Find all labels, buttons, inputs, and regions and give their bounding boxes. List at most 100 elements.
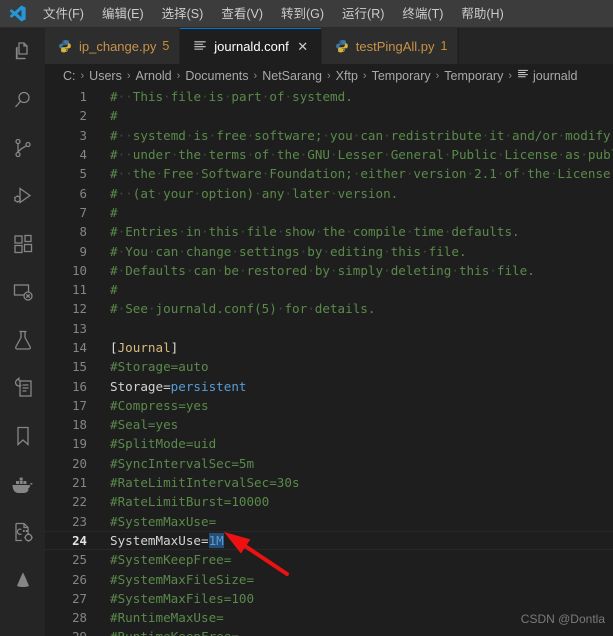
- code-line-text: #SystemKeepFree=: [110, 552, 232, 568]
- tab-label: ip_change.py: [79, 38, 157, 54]
- line-number: 13: [72, 320, 87, 336]
- code-line[interactable]: 19 #SplitMode=uid: [45, 434, 613, 453]
- breadcrumb-item-netsarang[interactable]: NetSarang: [262, 69, 322, 83]
- tab-journald-conf[interactable]: journald.conf ✕: [180, 28, 322, 64]
- menu-bar: 文件(F) 编辑(E) 选择(S) 查看(V) 转到(G) 运行(R) 终端(T…: [0, 0, 613, 28]
- line-number: 16: [72, 378, 87, 394]
- activity-search[interactable]: [0, 76, 45, 124]
- code-line[interactable]: 6 #··(at·your·option)·any·later·version.: [45, 183, 613, 202]
- cpp-config-icon: [11, 520, 35, 544]
- code-line-text: [100, 321, 613, 336]
- code-line[interactable]: 5 #··the·Free·Software·Foundation;·either…: [45, 164, 613, 183]
- breadcrumb-item-temporary-1[interactable]: Temporary: [372, 69, 431, 83]
- vscode-window: 文件(F) 编辑(E) 选择(S) 查看(V) 转到(G) 运行(R) 终端(T…: [0, 0, 613, 636]
- activity-todo-tree[interactable]: [0, 364, 45, 412]
- activity-extensions[interactable]: [0, 220, 45, 268]
- activity-docker[interactable]: [0, 460, 45, 508]
- code-line[interactable]: 4 #··under·the·terms·of·the·GNU·Lesser·Ge…: [45, 145, 613, 164]
- menu-run[interactable]: 运行(R): [333, 3, 393, 25]
- activity-run-debug[interactable]: [0, 172, 45, 220]
- code-line[interactable]: 3 #··systemd·is·free·software;·you·can·re…: [45, 126, 613, 145]
- code-line[interactable]: 23 #SystemMaxUse=: [45, 512, 613, 531]
- line-number: 23: [72, 513, 87, 529]
- code-line[interactable]: 12 #·See·journald.conf(5)·for·details.: [45, 299, 613, 318]
- line-number: 12: [72, 301, 87, 317]
- extensions-icon: [11, 232, 35, 256]
- code-line-text: #·Entries·in·this·file·show·the·compile·…: [110, 224, 520, 240]
- code-line[interactable]: 27 #SystemMaxFiles=100: [45, 589, 613, 608]
- tab-ip-change-py[interactable]: ip_change.py 5: [45, 28, 181, 64]
- code-line[interactable]: 16 Storage=persistent: [45, 376, 613, 395]
- code-line[interactable]: 24 SystemMaxUse=1M: [45, 530, 613, 551]
- breadcrumb-item-temporary-2[interactable]: Temporary: [444, 69, 503, 83]
- tab-problem-count: 5: [162, 39, 170, 53]
- code-line-text: Storage=persistent: [110, 378, 247, 394]
- code-line[interactable]: 9 #·You·can·change·settings·by·editing·th…: [45, 241, 613, 260]
- activity-bookmarks[interactable]: [0, 412, 45, 460]
- vscode-logo-icon: [0, 0, 34, 28]
- tab-label: testPingAll.py: [355, 38, 435, 54]
- tab-close-button[interactable]: ✕: [295, 38, 311, 54]
- line-number: 9: [79, 243, 87, 259]
- tab-testpingall-py[interactable]: testPingAll.py 1: [321, 28, 459, 64]
- editor-tab-bar: ip_change.py 5 journald.conf ✕ testPingA…: [45, 28, 613, 64]
- line-number: 26: [72, 571, 87, 587]
- menu-help[interactable]: 帮助(H): [452, 3, 512, 25]
- breadcrumb-separator: ›: [126, 69, 131, 82]
- code-line-text: #··under·the·terms·of·the·GNU·Lesser·Gen…: [110, 147, 613, 163]
- activity-cpp-config[interactable]: [0, 508, 45, 556]
- breadcrumb-item-xftp[interactable]: Xftp: [336, 69, 358, 83]
- line-number: 25: [72, 552, 87, 568]
- code-line-text: #Storage=auto: [110, 359, 209, 375]
- code-line[interactable]: 8 #·Entries·in·this·file·show·the·compile…: [45, 222, 613, 241]
- code-line[interactable]: 22 #RateLimitBurst=10000: [45, 492, 613, 511]
- menu-terminal[interactable]: 终端(T): [393, 3, 452, 25]
- activity-remote-explorer[interactable]: [0, 268, 45, 316]
- breadcrumb-item-drive[interactable]: C:: [63, 69, 76, 83]
- code-line[interactable]: 25 #SystemKeepFree=: [45, 550, 613, 569]
- code-line[interactable]: 7 #: [45, 203, 613, 222]
- menu-selection[interactable]: 选择(S): [153, 3, 213, 25]
- line-number: 28: [72, 610, 87, 626]
- search-icon: [11, 88, 35, 112]
- anaconda-triangle-icon: [11, 568, 35, 592]
- code-line[interactable]: 29#RuntimeKeepFree=: [45, 627, 613, 636]
- breadcrumb-item-documents[interactable]: Documents: [185, 69, 248, 83]
- code-line[interactable]: 15 #Storage=auto: [45, 357, 613, 376]
- config-file-icon: [192, 38, 208, 54]
- selected-text: 1M: [208, 532, 224, 548]
- activity-source-control[interactable]: [0, 124, 45, 172]
- code-line[interactable]: 14 [Journal]: [45, 338, 613, 357]
- run-and-debug-icon: [11, 184, 35, 208]
- line-number: 2: [79, 108, 87, 124]
- code-line[interactable]: 10 #·Defaults·can·be·restored·by·simply·d…: [45, 261, 613, 280]
- code-line-text: #Compress=yes: [110, 397, 209, 413]
- line-number: 19: [72, 436, 87, 452]
- bookmark-icon: [11, 424, 35, 448]
- activity-anaconda[interactable]: [0, 556, 45, 604]
- code-line[interactable]: 1 #··This·file·is·part·of·systemd.: [45, 87, 613, 106]
- breadcrumb-item-users[interactable]: Users: [89, 69, 122, 83]
- code-line[interactable]: 18 #Seal=yes: [45, 415, 613, 434]
- menu-view[interactable]: 查看(V): [212, 3, 272, 25]
- menu-file[interactable]: 文件(F): [34, 3, 93, 25]
- menu-edit[interactable]: 编辑(E): [93, 3, 153, 25]
- breadcrumb: C: › Users › Arnold › Documents › NetSar…: [45, 64, 613, 87]
- breadcrumb-item-file[interactable]: journald: [517, 68, 578, 83]
- todo-tree-icon: [11, 376, 35, 400]
- code-line[interactable]: 21 #RateLimitIntervalSec=30s: [45, 473, 613, 492]
- code-line[interactable]: 13: [45, 319, 613, 338]
- menu-go[interactable]: 转到(G): [272, 3, 333, 25]
- activity-explorer[interactable]: [0, 28, 45, 76]
- code-line-text: #·Defaults·can·be·restored·by·simply·del…: [110, 262, 535, 278]
- line-number: 11: [72, 282, 87, 298]
- breadcrumb-separator: ›: [253, 69, 258, 82]
- code-line[interactable]: 20 #SyncIntervalSec=5m: [45, 454, 613, 473]
- activity-testing[interactable]: [0, 316, 45, 364]
- code-line[interactable]: 26 #SystemMaxFileSize=: [45, 569, 613, 588]
- breadcrumb-item-arnold[interactable]: Arnold: [136, 69, 172, 83]
- code-line[interactable]: 17 #Compress=yes: [45, 396, 613, 415]
- code-line[interactable]: 11 #: [45, 280, 613, 299]
- code-line[interactable]: 2 #: [45, 106, 613, 125]
- code-editor[interactable]: 1 #··This·file·is·part·of·systemd. 2 #3 #··s…: [45, 87, 613, 636]
